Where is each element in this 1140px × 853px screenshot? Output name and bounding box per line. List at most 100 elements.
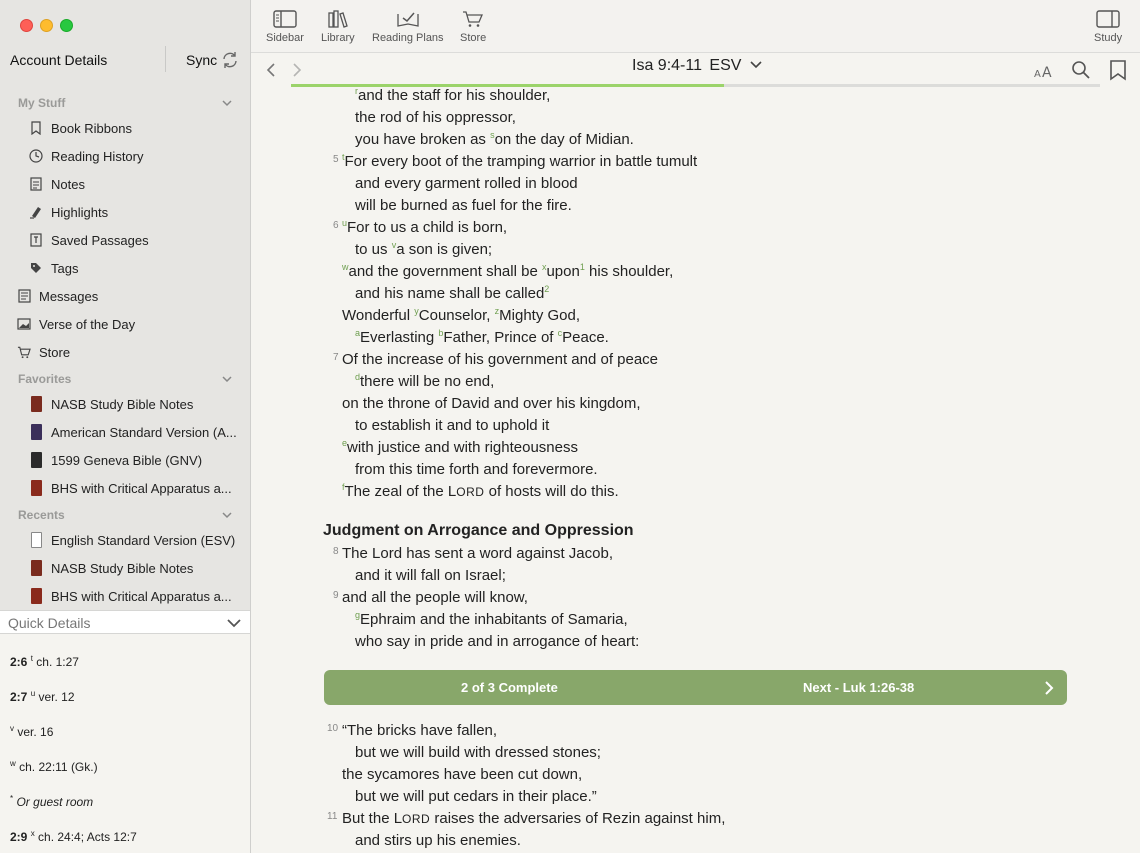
verse-number[interactable]: 10 <box>327 723 338 734</box>
passage-text[interactable]: rand the staff for his shoulder, the rod … <box>251 87 1140 853</box>
quick-detail-item[interactable]: * Or guest room <box>10 794 93 809</box>
verse-number[interactable]: 9 <box>333 590 339 601</box>
footnote-marker[interactable]: 2 <box>544 284 549 294</box>
verse-text: and it will fall on Israel; <box>355 567 506 584</box>
sidebar-item-verse-of-the-day[interactable]: Verse of the Day <box>0 310 250 338</box>
favorite-item[interactable]: BHS with Critical Apparatus a... <box>0 474 250 502</box>
sidebar-item-store[interactable]: Store <box>0 338 250 366</box>
chevron-down-icon[interactable] <box>221 375 233 383</box>
verse-text: ORD <box>402 812 431 826</box>
verse-number[interactable]: 6 <box>333 220 339 231</box>
forward-arrow-icon[interactable] <box>292 62 302 78</box>
favorite-label: American Standard Version (A... <box>51 424 237 440</box>
verse-text: upon <box>546 263 580 280</box>
favorites-header[interactable]: Favorites <box>18 372 71 386</box>
recent-item[interactable]: BHS with Critical Apparatus a... <box>0 582 250 610</box>
sync-button[interactable]: Sync <box>186 52 217 68</box>
svg-text:A: A <box>1034 69 1041 79</box>
font-size-icon[interactable]: AA <box>1033 63 1053 79</box>
verse-line: gEphraim and the inhabitants of Samaria, <box>355 610 628 630</box>
close-window-button[interactable] <box>20 19 33 32</box>
favorite-item[interactable]: American Standard Version (A... <box>0 418 250 446</box>
favorite-item[interactable]: 1599 Geneva Bible (GNV) <box>0 446 250 474</box>
verse-line: who say in pride and in arrogance of hea… <box>355 632 639 652</box>
sidebar-item-book-ribbons[interactable]: Book Ribbons <box>0 114 250 142</box>
back-arrow-icon[interactable] <box>266 62 276 78</box>
reading-plans-button[interactable]: Reading Plans <box>372 10 444 44</box>
verse-line: dthere will be no end, <box>355 372 494 392</box>
sidebar-toggle-button[interactable]: Sidebar <box>266 10 304 44</box>
section-heading: Judgment on Arrogance and Oppression <box>323 522 634 539</box>
verse-number[interactable]: 7 <box>333 352 339 363</box>
recent-item[interactable]: NASB Study Bible Notes <box>0 554 250 582</box>
chevron-down-icon[interactable] <box>221 511 233 519</box>
library-label: Library <box>321 32 355 44</box>
quick-detail-item[interactable]: 2:9 x ch. 24:4; Acts 12:7 <box>10 829 137 844</box>
sidebar-item-label: Highlights <box>51 204 109 220</box>
verse-line: “The bricks have fallen, <box>342 721 497 741</box>
verse-text: and all the people will know, <box>342 589 528 606</box>
verse-line: rand the staff for his shoulder, <box>355 87 550 106</box>
verse-text: The Lord has sent a word against Jacob, <box>342 545 613 562</box>
verse-text: The zeal of the L <box>344 483 457 500</box>
sidebar-item-messages[interactable]: Messages <box>0 282 250 310</box>
sidebar-item-notes[interactable]: Notes <box>0 170 250 198</box>
quick-detail-item[interactable]: 2:6 t ch. 1:27 <box>10 654 79 669</box>
my-stuff-header[interactable]: My Stuff <box>18 96 65 110</box>
quick-detail-item[interactable]: 2:7 u ver. 12 <box>10 689 75 704</box>
store-button[interactable]: Store <box>460 10 486 44</box>
study-button[interactable]: Study <box>1094 10 1122 44</box>
sync-icon[interactable] <box>220 50 240 70</box>
verse-text: there will be no end, <box>360 373 495 390</box>
bookmark-icon[interactable] <box>1108 59 1128 81</box>
svg-text:A: A <box>1042 65 1052 79</box>
verse-text: Of the increase of his government and of… <box>342 351 659 368</box>
verse-text: Father, Prince of <box>443 329 558 346</box>
verse-number[interactable]: 5 <box>333 154 339 165</box>
sidebar-item-tags[interactable]: Tags <box>0 254 250 282</box>
book-cover-icon <box>29 396 43 412</box>
recent-label: NASB Study Bible Notes <box>51 560 194 576</box>
plan-status: 2 of 3 Complete <box>461 680 558 695</box>
verse-line: The Lord has sent a word against Jacob, <box>342 544 613 564</box>
sidebar-item-label: Saved Passages <box>51 232 149 248</box>
toolbar: Sidebar Library Reading Plans Store Stud… <box>251 0 1140 53</box>
passage-reference-selector[interactable]: Isa 9:4-11 ESV <box>632 57 763 75</box>
reading-plans-icon <box>397 12 419 27</box>
sidebar-item-highlights[interactable]: Highlights <box>0 198 250 226</box>
library-button[interactable]: Library <box>321 10 355 44</box>
recents-header[interactable]: Recents <box>18 508 65 522</box>
verse-line: the rod of his oppressor, <box>355 108 516 128</box>
chevron-down-icon[interactable] <box>221 99 233 107</box>
chevron-down-icon[interactable] <box>226 618 242 628</box>
next-reading-link[interactable]: Next - Luk 1:26-38 <box>803 680 914 695</box>
sidebar-item-reading-history[interactable]: Reading History <box>0 142 250 170</box>
quick-detail-item[interactable]: w ch. 22:11 (Gk.) <box>10 759 98 774</box>
sidebar-item-label: Messages <box>39 288 99 304</box>
verse-line: wand the government shall be xupon1 his … <box>342 262 673 282</box>
verse-text: ORD <box>456 485 485 499</box>
favorite-item[interactable]: NASB Study Bible Notes <box>0 390 250 418</box>
book-cover-icon <box>29 480 43 496</box>
verse-number[interactable]: 8 <box>333 546 339 557</box>
verse-line: and it will fall on Israel; <box>355 566 506 586</box>
saved-passage-icon <box>29 232 43 248</box>
sidebar-item-label: Notes <box>51 176 85 192</box>
verse-text: but we will build with dressed stones; <box>355 744 601 761</box>
reading-plan-bar[interactable]: 2 of 3 Complete Next - Luk 1:26-38 <box>324 670 1067 705</box>
quick-details-header[interactable]: Quick Details <box>0 610 250 634</box>
sidebar-item-saved-passages[interactable]: Saved Passages <box>0 226 250 254</box>
sidebar-item-label: Reading History <box>51 148 144 164</box>
verse-number[interactable]: 11 <box>327 811 337 822</box>
chevron-right-icon[interactable] <box>1044 680 1054 696</box>
favorite-label: NASB Study Bible Notes <box>51 396 194 412</box>
study-label: Study <box>1094 32 1123 44</box>
verse-line: you have broken as son the day of Midian… <box>355 130 634 150</box>
account-details-button[interactable]: Account Details <box>10 52 107 68</box>
recent-item[interactable]: English Standard Version (ESV) <box>0 526 250 554</box>
minimize-window-button[interactable] <box>40 19 53 32</box>
search-icon[interactable] <box>1071 60 1091 80</box>
quick-detail-item[interactable]: v ver. 16 <box>10 724 53 739</box>
zoom-window-button[interactable] <box>60 19 73 32</box>
verse-text: and stirs up his enemies. <box>355 832 521 849</box>
